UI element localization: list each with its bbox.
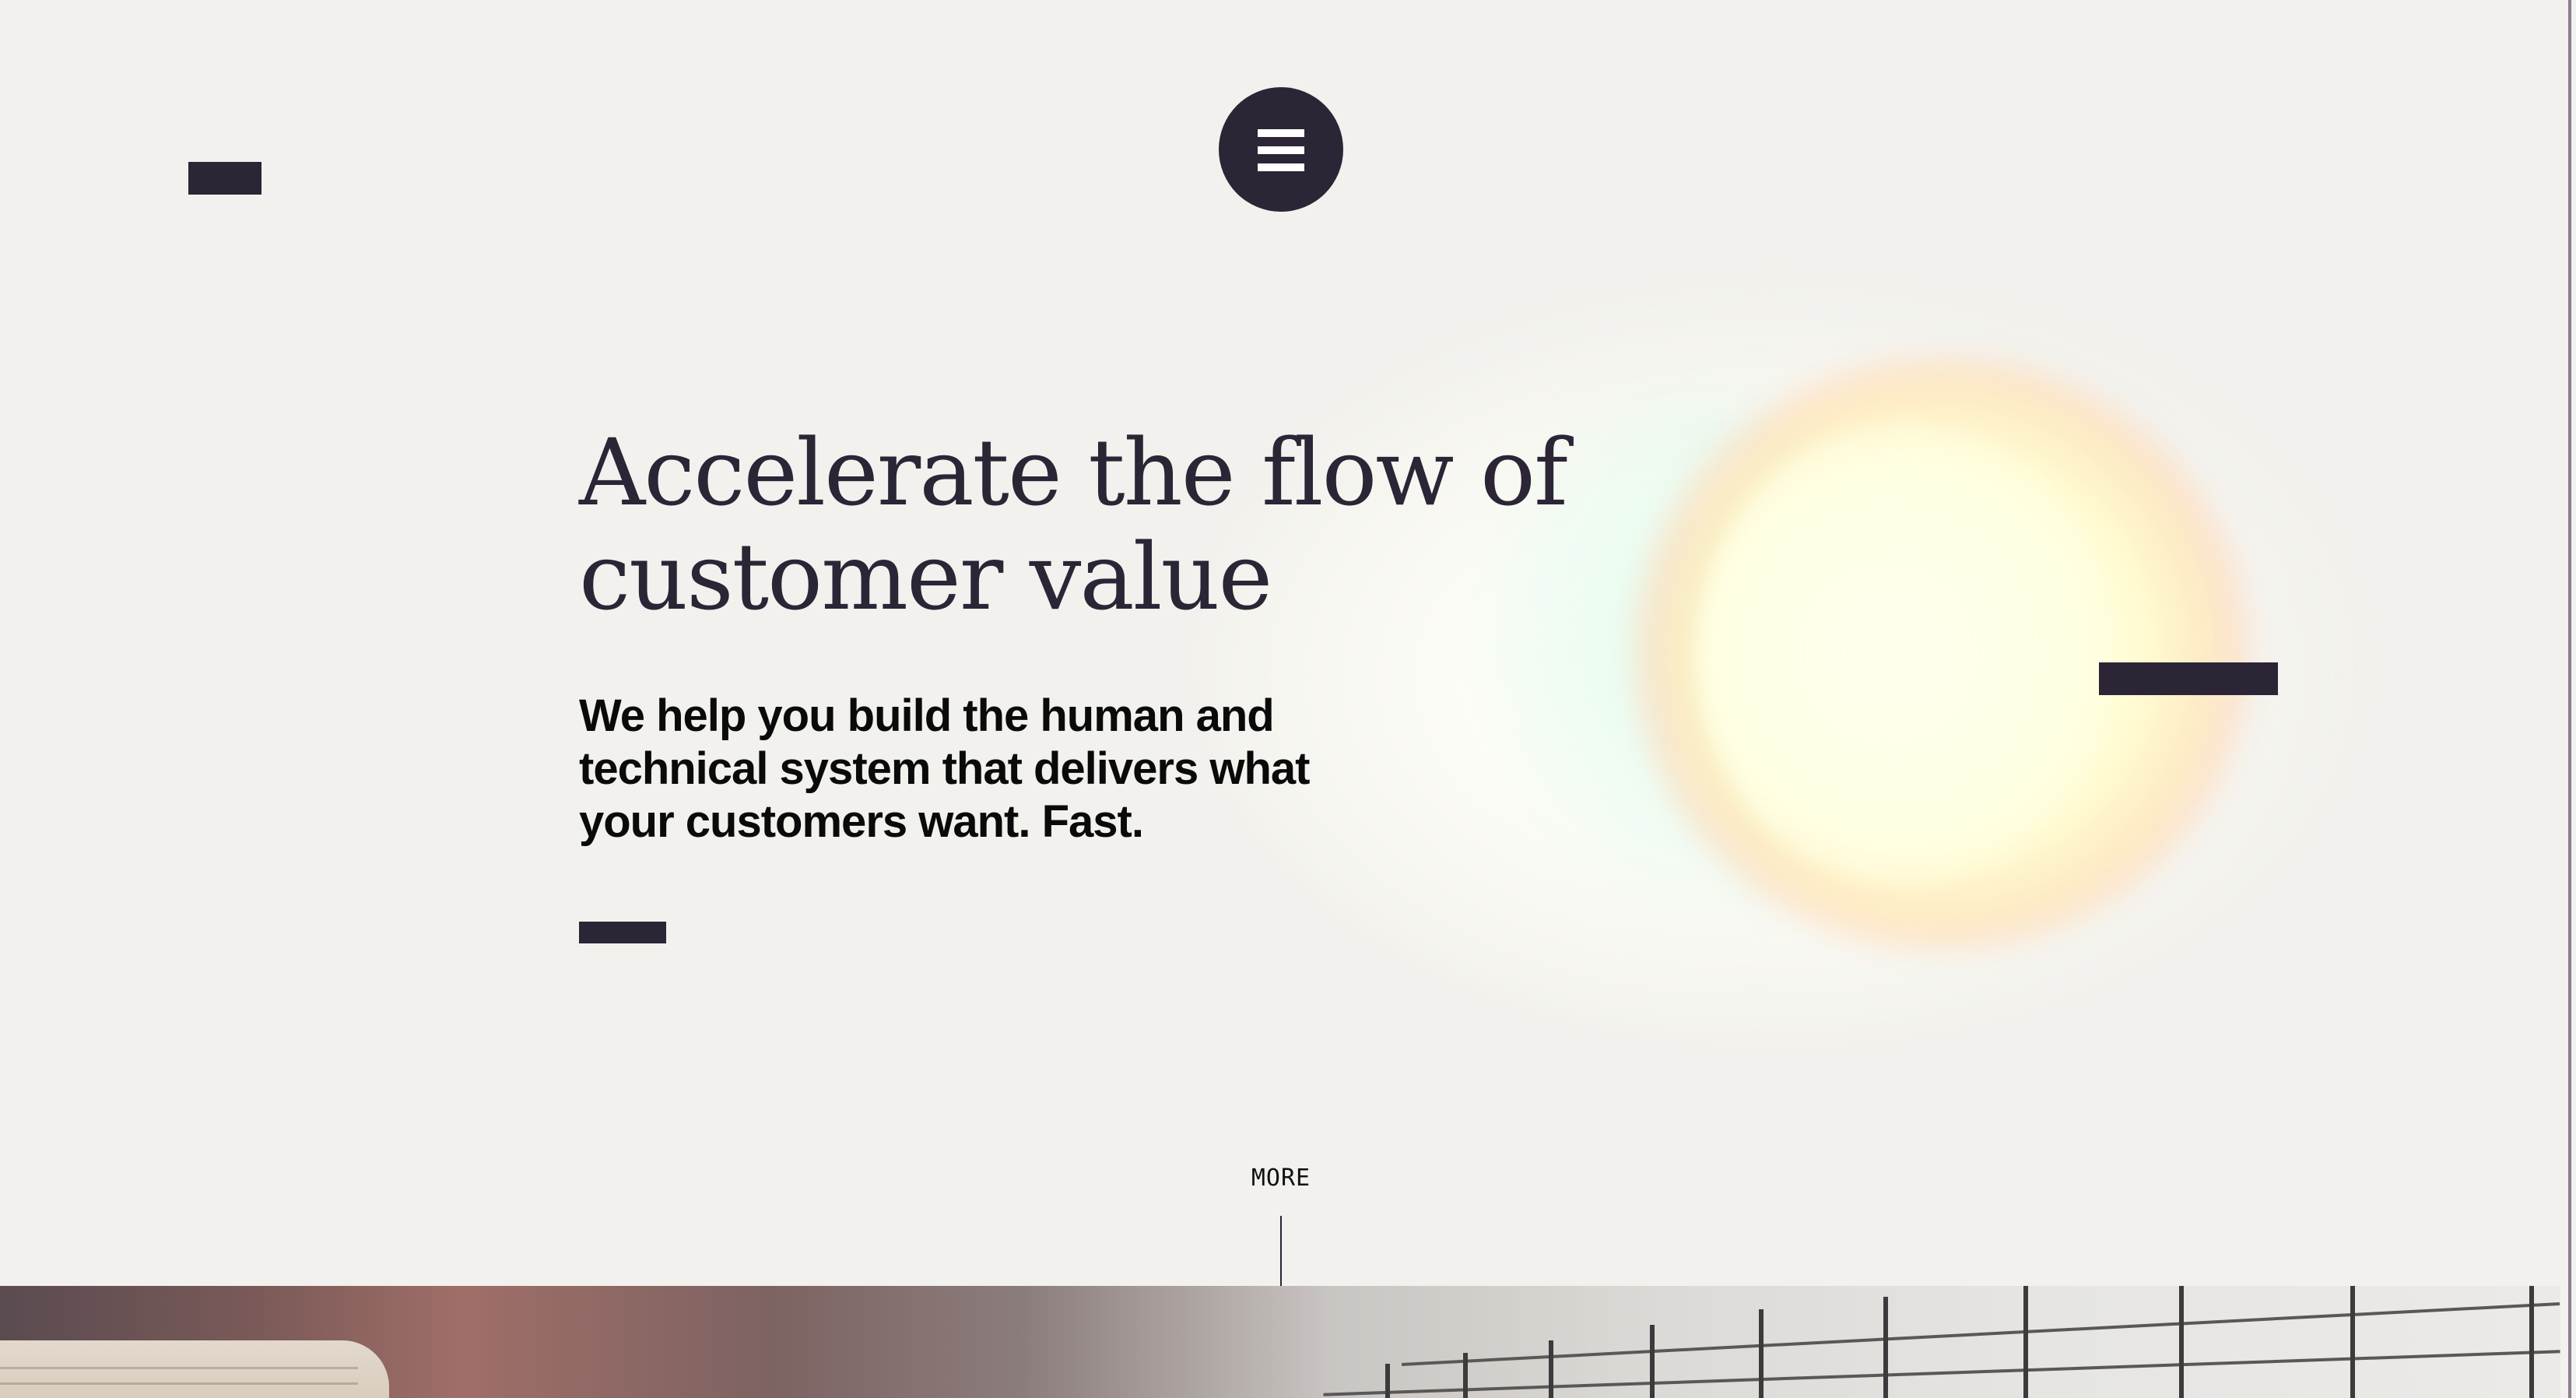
scroll-more-link[interactable]: MORE [1203,1164,1359,1192]
decorative-bar [2099,662,2278,695]
gradient-glow [1199,280,2366,1043]
image-platform [0,1340,389,1398]
menu-button[interactable] [1219,87,1343,212]
window-edge [2568,0,2571,1398]
hamburger-menu-icon-line [1258,163,1304,171]
glow-core [1697,420,2117,887]
image-mullion [1650,1325,1655,1398]
image-mullion [1759,1309,1764,1398]
logo-link[interactable] [188,162,261,195]
image-mullion [1883,1297,1888,1398]
hero-image [0,1286,2560,1398]
hero-cta-button[interactable] [579,922,666,943]
hero-headline: Accelerate the flow of customer value [579,419,1568,631]
image-mullion [2529,1286,2534,1398]
scroll-indicator-line [1280,1216,1282,1286]
glow-ring [1634,358,2249,950]
image-platform-stripe [0,1367,358,1369]
hamburger-menu-icon [1258,129,1304,137]
image-mullion [1549,1340,1553,1398]
hamburger-menu-icon-line [1258,146,1304,154]
image-mullion [2350,1286,2355,1398]
page: Accelerate the flow of customer value We… [0,0,2576,1398]
image-mullion [1463,1353,1468,1398]
image-mullion [2023,1286,2028,1398]
glow-outer [1199,280,2366,1043]
hero-subheadline: We help you build the human and technica… [579,690,1310,847]
image-mullion [2179,1286,2184,1398]
image-mullion [1385,1364,1390,1398]
image-platform-stripe [0,1382,358,1385]
